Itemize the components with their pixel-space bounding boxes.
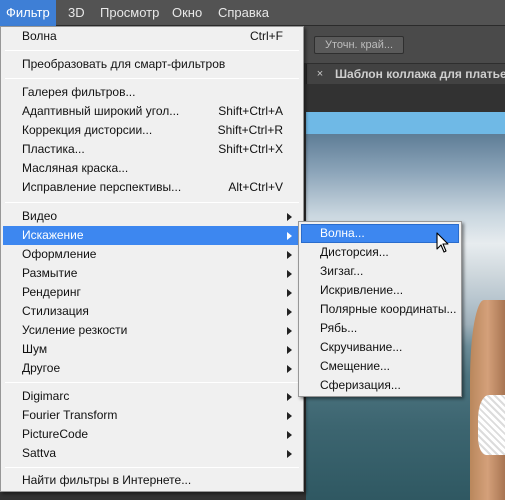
menu-item-label: Галерея фильтров... [22,85,136,99]
submenu-arrow-icon [287,270,292,278]
document-tab[interactable]: × Шаблон коллажа для платьев [306,64,505,84]
menu-item-noise[interactable]: Шум [3,340,301,359]
submenu-arrow-icon [287,232,292,240]
menu-item-label: PictureCode [22,427,89,441]
canvas-figure-swimsuit [478,395,505,455]
submenu-arrow-icon [287,393,292,401]
menu-item-label: Волна [22,29,57,43]
submenu-arrow-icon [287,289,292,297]
submenu-arrow-icon [287,327,292,335]
menu-item-stylization[interactable]: Стилизация [3,302,301,321]
menu-item-label: Размытие [22,266,78,280]
menu-item-convert-smart-filters[interactable]: Преобразовать для смарт-фильтров [3,55,301,74]
menu-item-label: Рябь... [320,321,358,335]
menu-item-label: Дисторсия... [320,245,389,259]
menu-item-stylize[interactable]: Оформление [3,245,301,264]
menu-separator [5,78,299,79]
menu-item-label: Рендеринг [22,285,81,299]
menu-separator [5,202,299,203]
submenu-item-spherize[interactable]: Сферизация... [301,376,459,395]
menu-item-label: Скручивание... [320,340,403,354]
menu-item-label: Исправление перспективы... [22,180,182,194]
menu-item-shortcut: Shift+Ctrl+R [217,123,283,137]
menu-item-sharpen[interactable]: Усиление резкости [3,321,301,340]
menu-item-label: Fourier Transform [22,408,118,422]
menu-item-label: Смещение... [320,359,391,373]
menu-item-distort[interactable]: Искажение [3,226,301,245]
submenu-arrow-icon [287,346,292,354]
submenu-arrow-icon [287,450,292,458]
menu-item-label: Оформление [22,247,97,261]
menu-item-label: Преобразовать для смарт-фильтров [22,57,226,71]
submenu-arrow-icon [287,431,292,439]
menu-item-label: Видео [22,209,58,223]
submenu-item-ripple[interactable]: Рябь... [301,319,459,338]
submenu-item-twirl[interactable]: Скручивание... [301,338,459,357]
menu-bar: Фильтр 3D Просмотр Окно Справка [0,0,505,26]
mouse-pointer-icon [436,232,449,253]
menu-item-label: Масляная краска... [22,161,129,175]
submenu-arrow-icon [287,251,292,259]
close-icon[interactable]: × [313,65,327,83]
submenu-arrow-icon [287,365,292,373]
menu-item-label: Адаптивный широкий угол... [22,104,180,118]
menu-item-label: Зигзаг... [320,264,364,278]
menu-item-video[interactable]: Видео [3,207,301,226]
menu-item-label: Пластика... [22,142,85,156]
menu-item-adaptive-wide-angle[interactable]: Адаптивный широкий угол... Shift+Ctrl+A [3,102,301,121]
submenu-item-polar-coordinates[interactable]: Полярные координаты... [301,300,459,319]
menu-item-browse-filters-online[interactable]: Найти фильтры в Интернете... [3,471,301,490]
menu-item-label: Другое [22,361,61,375]
menu-item-label: Искривление... [320,283,404,297]
menu-item-label: Digimarc [22,389,70,403]
menu-item-shortcut: Shift+Ctrl+A [218,104,283,118]
menu-separator [5,467,299,468]
menu-item-label: Волна... [320,226,365,240]
menu-item-label: Найти фильтры в Интернете... [22,473,192,487]
menu-item-shortcut: Ctrl+F [250,29,283,43]
menu-window[interactable]: Окно [166,0,208,26]
menu-item-shortcut: Alt+Ctrl+V [228,180,283,194]
menu-item-oil-paint[interactable]: Масляная краска... [3,159,301,178]
menu-item-blur[interactable]: Размытие [3,264,301,283]
menu-item-liquify[interactable]: Пластика... Shift+Ctrl+X [3,140,301,159]
menu-item-label: Усиление резкости [22,323,128,337]
filter-menu: Волна Ctrl+F Преобразовать для смарт-фил… [0,26,304,492]
menu-separator [5,50,299,51]
menu-item-render[interactable]: Рендеринг [3,283,301,302]
menu-item-label: Стилизация [22,304,89,318]
submenu-arrow-icon [287,412,292,420]
submenu-item-zigzag[interactable]: Зигзаг... [301,262,459,281]
menu-item-lens-correction[interactable]: Коррекция дисторсии... Shift+Ctrl+R [3,121,301,140]
menu-item-fourier-transform[interactable]: Fourier Transform [3,406,301,425]
menu-item-picturecode[interactable]: PictureCode [3,425,301,444]
menu-filter[interactable]: Фильтр [0,0,56,26]
menu-item-label: Искажение [22,228,84,242]
menu-item-label: Полярные координаты... [320,302,457,316]
menu-item-shortcut: Shift+Ctrl+X [218,142,283,156]
document-tab-title: Шаблон коллажа для платьев [335,67,505,81]
menu-item-filter-gallery[interactable]: Галерея фильтров... [3,83,301,102]
menu-item-label: Sattva [22,446,57,460]
submenu-item-displace[interactable]: Смещение... [301,357,459,376]
menu-item-vanishing-point[interactable]: Исправление перспективы... Alt+Ctrl+V [3,178,301,197]
menu-item-sattva[interactable]: Sattva [3,444,301,463]
submenu-arrow-icon [287,308,292,316]
menu-separator [5,382,299,383]
canvas-header-strip [306,112,505,134]
menu-item-digimarc[interactable]: Digimarc [3,387,301,406]
menu-item-label: Сферизация... [320,378,401,392]
menu-view[interactable]: Просмотр [94,0,165,26]
refine-edge-button[interactable]: Уточн. край... [314,36,404,54]
menu-item-label: Коррекция дисторсии... [22,123,153,137]
menu-item-label: Шум [22,342,48,356]
menu-3d[interactable]: 3D [62,0,91,26]
menu-item-last-filter[interactable]: Волна Ctrl+F [3,27,301,46]
menu-help[interactable]: Справка [212,0,275,26]
menu-item-other[interactable]: Другое [3,359,301,378]
submenu-item-shear[interactable]: Искривление... [301,281,459,300]
submenu-arrow-icon [287,213,292,221]
